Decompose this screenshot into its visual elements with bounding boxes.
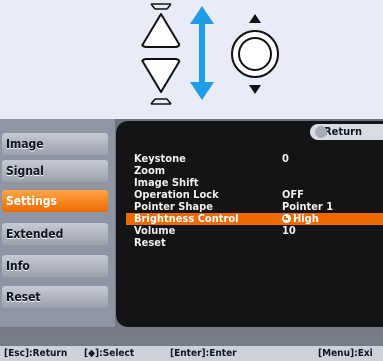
status-menu: [Menu]:Exi <box>318 348 373 359</box>
menu-row-value: High <box>293 212 319 225</box>
menu-row-value: 0 <box>282 152 289 165</box>
sidebar-item-settings[interactable]: Settings <box>2 190 108 212</box>
keystone-up-button-icon <box>141 3 181 48</box>
status-bar: [Esc]:Return [◆]:Select [Enter]:Enter [M… <box>0 346 383 361</box>
keystone-down-button-icon <box>141 58 181 105</box>
sidebar: Image Signal Settings Extended Info Rese… <box>0 119 115 327</box>
return-button-label: Return <box>324 125 363 138</box>
sidebar-item-extended[interactable]: Extended <box>2 223 108 245</box>
menu-row-keystone[interactable]: Keystone 0 <box>134 153 383 165</box>
menu-row-volume[interactable]: Volume 10 <box>134 225 383 237</box>
status-select: [◆]:Select <box>84 348 135 359</box>
up-down-dial-icon <box>231 14 279 94</box>
control-illustration-svg <box>141 3 279 105</box>
sidebar-item-info[interactable]: Info <box>2 255 108 277</box>
projector-osd-menu: Image Signal Settings Extended Info Rese… <box>0 119 383 361</box>
sidebar-item-image[interactable]: Image <box>2 133 108 155</box>
control-illustration <box>0 0 383 112</box>
sidebar-item-reset[interactable]: Reset <box>2 286 108 308</box>
status-esc: [Esc]:Return <box>4 348 68 359</box>
enter-icon <box>282 214 291 223</box>
menu-row-reset[interactable]: Reset <box>134 237 383 249</box>
up-down-arrow-icon <box>190 6 214 100</box>
status-enter: [Enter]:Enter <box>170 348 237 359</box>
menu-row-value: 10 <box>282 224 296 237</box>
sidebar-item-signal[interactable]: Signal <box>2 160 108 182</box>
return-button[interactable]: Return <box>310 124 383 140</box>
menu-row-label: Reset <box>134 236 166 249</box>
